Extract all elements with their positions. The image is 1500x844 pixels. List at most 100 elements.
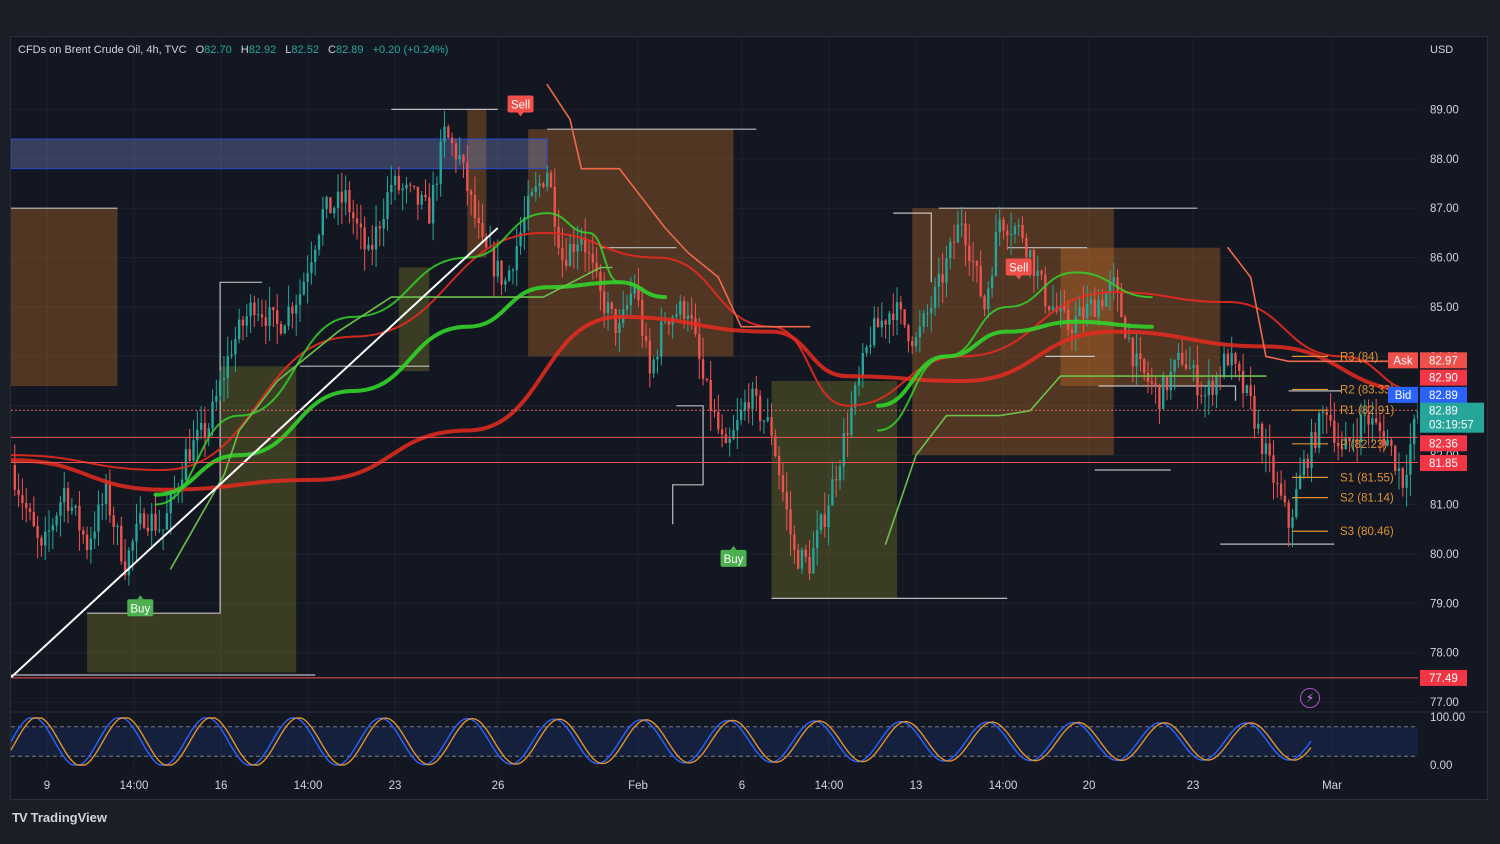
- candle-down: [409, 184, 412, 186]
- candle-down: [112, 515, 115, 527]
- candle-up: [1177, 352, 1180, 361]
- candle-down: [1184, 364, 1188, 369]
- candle-down: [785, 492, 788, 510]
- candle-down: [264, 317, 267, 326]
- candle-down: [724, 434, 728, 443]
- candle-down: [481, 222, 484, 237]
- candle-down: [291, 306, 294, 314]
- candle-down: [1139, 353, 1142, 360]
- pivot-label: S2 (81.14): [1340, 493, 1394, 505]
- candle-up: [344, 190, 347, 203]
- candle-up: [739, 410, 743, 420]
- candle-up: [310, 262, 313, 274]
- candle-up: [827, 505, 830, 527]
- candle-up: [1291, 517, 1294, 528]
- pivot-label: R2 (83.33): [1340, 384, 1395, 396]
- x-axis-tick-label: 9: [44, 780, 50, 792]
- x-axis-tick-label: 23: [1187, 780, 1200, 792]
- pivot-label: R3 (84): [1340, 351, 1379, 363]
- candle-up: [762, 420, 766, 422]
- candle-down: [1154, 383, 1157, 385]
- candle-up: [679, 301, 682, 315]
- y-axis-tick-label: 77.00: [1430, 697, 1459, 709]
- candle-down: [1146, 372, 1150, 382]
- candle-down: [975, 261, 979, 266]
- candle-up: [1051, 306, 1055, 311]
- pivot-label: S1 (81.55): [1340, 472, 1394, 484]
- price-tag-value: 77.49: [1429, 673, 1458, 685]
- y-axis-tick-label: 87.00: [1430, 203, 1459, 215]
- candle-down: [758, 395, 762, 422]
- candle-up: [93, 531, 96, 539]
- candle-up: [169, 493, 172, 514]
- candle-up: [854, 385, 857, 408]
- candle-up: [1028, 250, 1032, 257]
- candle-up: [1302, 458, 1306, 476]
- candle-down: [82, 530, 85, 535]
- candle-down: [793, 534, 796, 550]
- candle-up: [390, 185, 393, 193]
- buy-signal-label: Buy: [130, 603, 150, 615]
- candle-up: [652, 359, 655, 374]
- candle-up: [1078, 307, 1081, 317]
- candle-up: [1321, 411, 1325, 414]
- candle-up: [656, 356, 659, 360]
- candle-down: [682, 301, 686, 319]
- candle-down: [1116, 277, 1119, 292]
- candle-up: [1162, 376, 1165, 410]
- candle-up: [386, 192, 389, 219]
- low-value: 82.52: [291, 44, 319, 56]
- candle-down: [549, 172, 553, 188]
- sell-signal[interactable]: Sell: [507, 95, 534, 117]
- candle-down: [1374, 418, 1378, 423]
- zone-demand: [87, 613, 297, 673]
- candle-up: [736, 419, 739, 431]
- candle-down: [21, 495, 24, 504]
- candle-up: [1112, 277, 1115, 284]
- candle-down: [1276, 482, 1279, 484]
- candle-up: [838, 466, 842, 481]
- candle-down: [553, 187, 556, 227]
- candle-up: [930, 307, 933, 314]
- candle-down: [1253, 395, 1256, 429]
- candle-up: [926, 313, 929, 315]
- candle-down: [1070, 329, 1074, 333]
- candle-up: [1089, 299, 1093, 304]
- candle-up: [1295, 489, 1298, 518]
- candle-up: [184, 449, 188, 480]
- candle-up: [1192, 365, 1195, 368]
- buy-signal[interactable]: Buy: [720, 545, 747, 567]
- candle-down: [272, 307, 275, 311]
- x-axis-tick-label: 26: [492, 780, 505, 792]
- candle-up: [150, 513, 153, 531]
- candle-down: [1047, 306, 1051, 311]
- candle-up: [158, 529, 161, 531]
- candle-down: [188, 449, 191, 461]
- currency-label[interactable]: USD: [1430, 44, 1453, 56]
- candle-down: [469, 190, 473, 195]
- y-axis-tick-label: 88.00: [1430, 154, 1459, 166]
- candle-up: [546, 172, 549, 187]
- candle-down: [78, 505, 81, 531]
- candle-up: [1017, 224, 1020, 227]
- candle-up: [230, 354, 233, 357]
- candle-down: [1272, 455, 1275, 483]
- candle-up: [199, 423, 203, 430]
- buy-signal[interactable]: Buy: [127, 595, 154, 617]
- candle-up: [1371, 418, 1374, 425]
- price-chart[interactable]: R3 (84) R2 (83.33) R1 (82.91) P (82.23) S1 (…: [0, 0, 1500, 844]
- sell-signal-label: Sell: [511, 99, 530, 111]
- candle-down: [340, 191, 344, 203]
- candle-down: [412, 185, 416, 187]
- oscillator-tick-label: 0.00: [1430, 760, 1452, 772]
- lightning-icon[interactable]: ⚡: [1300, 688, 1320, 708]
- tradingview-logo[interactable]: TV TradingView: [12, 810, 107, 825]
- y-axis-tick-label: 89.00: [1430, 104, 1459, 116]
- pivot-label: P (82.23): [1340, 439, 1387, 451]
- candle-down: [561, 247, 564, 261]
- candle-down: [462, 155, 465, 163]
- candle-down: [1120, 291, 1123, 317]
- candle-down: [690, 315, 693, 319]
- candle-down: [1021, 224, 1024, 239]
- candle-down: [13, 465, 16, 490]
